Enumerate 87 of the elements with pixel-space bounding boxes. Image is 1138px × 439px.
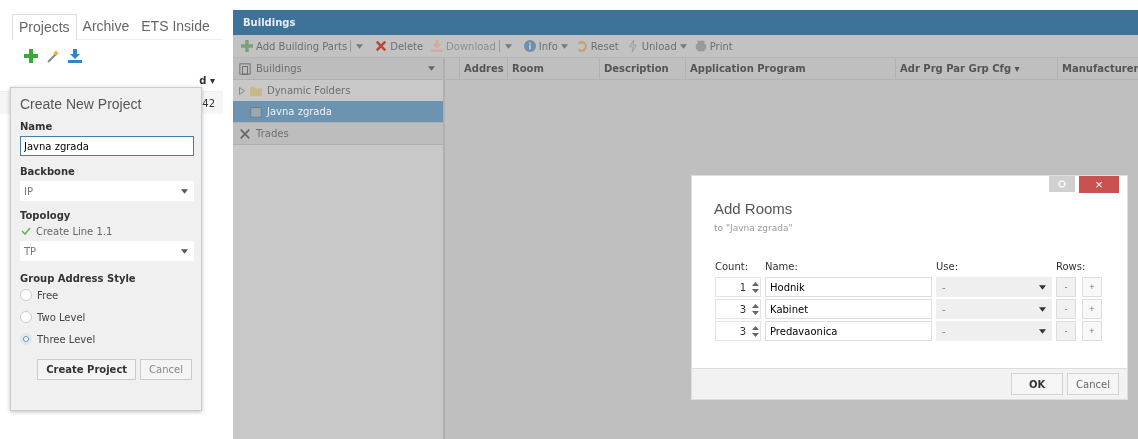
column-label: Rows: <box>1056 261 1087 272</box>
radio-label: Three Level <box>37 333 96 345</box>
room-name-field[interactable]: Predavaonica <box>765 321 932 341</box>
column-header[interactable]: d ▾ <box>199 75 215 86</box>
toolbar-button[interactable]: Reset <box>571 40 623 52</box>
caret-icon <box>1039 284 1046 290</box>
caret-icon <box>181 248 188 254</box>
cancel-button[interactable]: Cancel <box>140 359 192 380</box>
topology-dropdown[interactable]: TP <box>20 241 194 261</box>
field-label: Topology <box>20 210 72 221</box>
use-dropdown[interactable]: - <box>936 277 1052 297</box>
column-header[interactable]: Manufacturer <box>1062 63 1138 74</box>
radio-label: Two Level <box>37 311 86 323</box>
tree-item[interactable]: Trades <box>233 122 443 145</box>
tree-item[interactable]: Javna zgrada <box>233 101 443 122</box>
room-name-field[interactable]: Kabinet <box>765 299 932 319</box>
printer-icon <box>694 40 707 52</box>
spinner-arrows-icon[interactable] <box>752 303 759 315</box>
toolbar-button[interactable]: Delete <box>371 40 428 52</box>
count-spinner[interactable]: 3 <box>715 299 761 319</box>
download-icon[interactable] <box>68 49 82 63</box>
field-label: Backbone <box>20 166 76 177</box>
wand-icon[interactable] <box>46 49 60 63</box>
column-label: Name: <box>765 261 799 272</box>
caret-icon <box>1039 306 1046 312</box>
remove-row-button[interactable]: - <box>1056 299 1076 319</box>
room-name-field[interactable]: Hodnik <box>765 277 932 297</box>
column-label: Use: <box>936 261 960 272</box>
plus-icon[interactable] <box>24 49 38 63</box>
field-label: Group Address Style <box>20 273 137 284</box>
column-header[interactable]: Adr Prg Par Grp Cfg ▾ <box>900 63 1020 74</box>
backbone-dropdown[interactable]: IP <box>20 181 194 201</box>
tree-item[interactable]: Dynamic Folders <box>233 80 443 101</box>
add-row-button[interactable]: + <box>1082 321 1102 341</box>
radio-label: Free <box>37 289 59 301</box>
circle-icon <box>1058 180 1066 188</box>
toolbar-button[interactable]: Unload <box>622 40 691 52</box>
column-header[interactable]: Addres <box>464 63 504 74</box>
folder-icon <box>250 84 262 97</box>
count-spinner[interactable]: 3 <box>715 321 761 341</box>
count-spinner[interactable]: 1 <box>715 277 761 297</box>
caret-icon[interactable] <box>356 43 364 49</box>
remove-row-button[interactable]: - <box>1056 277 1076 297</box>
info-icon <box>523 40 536 52</box>
caret-icon <box>181 188 188 194</box>
use-dropdown[interactable]: - <box>936 299 1052 319</box>
add-row-button[interactable]: + <box>1082 299 1102 319</box>
checkbox[interactable] <box>20 225 32 237</box>
caret-icon <box>1039 328 1046 334</box>
name-input-field[interactable]: Javna zgrada <box>20 136 194 156</box>
tab[interactable]: ETS Inside <box>135 14 216 39</box>
radio-button[interactable] <box>20 289 32 301</box>
tab[interactable]: Projects <box>12 14 77 40</box>
add-row-button[interactable]: + <box>1082 277 1102 297</box>
window-title: Buildings <box>243 17 296 28</box>
cancel-button[interactable]: Cancel <box>1067 373 1119 395</box>
toolbar-button[interactable]: Info <box>519 40 572 52</box>
column-label: Count: <box>715 261 750 272</box>
spinner-arrows-icon[interactable] <box>752 325 759 337</box>
undo-icon <box>575 40 588 52</box>
remove-row-button[interactable]: - <box>1056 321 1076 341</box>
column-header[interactable]: Application Program <box>690 63 806 74</box>
field-label: Name <box>20 121 54 132</box>
close-button[interactable]: × <box>1079 176 1119 193</box>
download-icon <box>431 40 444 52</box>
toolbar-button[interactable]: Add Building Parts <box>237 40 372 52</box>
radio-button[interactable] <box>20 333 32 345</box>
column-header[interactable]: Room <box>512 63 544 74</box>
spinner-arrows-icon[interactable] <box>752 281 759 293</box>
lightning-icon <box>626 40 639 52</box>
create-project-button[interactable]: Create Project <box>37 359 137 380</box>
checkbox-label: Create Line 1.1 <box>36 225 113 237</box>
toolbar-button[interactable]: Print <box>690 40 737 52</box>
use-dropdown[interactable]: - <box>936 321 1052 341</box>
caret-icon <box>560 43 568 49</box>
caret-icon[interactable] <box>428 66 435 71</box>
dialog-title: Add Rooms <box>713 199 794 217</box>
x-icon <box>375 40 388 52</box>
dialog-subtitle: to "Javna zgrada" <box>713 222 794 233</box>
ok-button[interactable]: OK <box>1011 373 1063 395</box>
expand-arrow-icon[interactable] <box>239 86 245 95</box>
column-header[interactable]: Description <box>604 63 669 74</box>
radio-button[interactable] <box>20 311 32 323</box>
popup-title: Create New Project <box>20 96 143 112</box>
tab[interactable]: Archive <box>76 14 136 39</box>
caret-icon <box>679 43 687 49</box>
plus-icon <box>241 40 253 52</box>
